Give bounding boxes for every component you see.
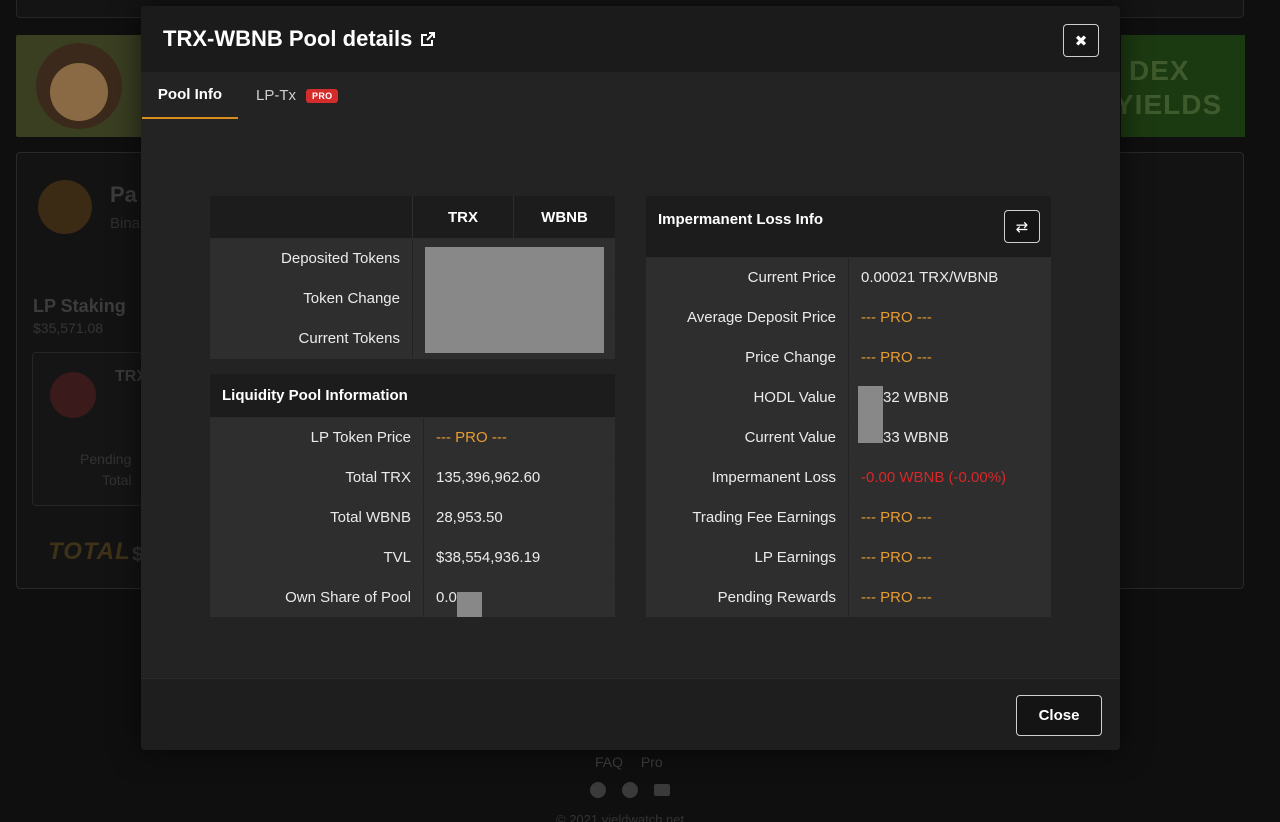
row-label: HODL Value <box>646 378 849 417</box>
table-row: Price Change --- PRO --- <box>646 337 1051 377</box>
token-table: TRX WBNB Deposited Tokens Token Change C… <box>210 196 615 359</box>
table-row: LP Token Price --- PRO --- <box>210 417 615 457</box>
row-value: 0.0 <box>436 589 457 606</box>
swap-arrows-icon: ⇄ <box>1015 218 1029 236</box>
row-value: --- PRO --- <box>861 349 932 366</box>
modal-header: TRX-WBNB Pool details ✖ <box>141 6 1120 72</box>
row-value: --- PRO --- <box>861 589 932 606</box>
row-value: 0.00021 TRX/WBNB <box>861 269 999 286</box>
token-header-trx: TRX <box>413 196 514 238</box>
modal-title: TRX-WBNB Pool details <box>163 26 438 52</box>
table-row: Average Deposit Price --- PRO --- <box>646 297 1051 337</box>
table-row: Total WBNB 28,953.50 <box>210 497 615 537</box>
tab-pool-info[interactable]: Pool Info <box>142 72 238 119</box>
row-value: 135,396,962.60 <box>436 469 541 486</box>
modal-footer: Close <box>141 678 1120 750</box>
table-row: Total TRX 135,396,962.60 <box>210 457 615 497</box>
impermanent-loss-title: Impermanent Loss Info <box>658 211 824 228</box>
table-row: Impermanent Loss -0.00 WBNB (-0.00%) <box>646 457 1051 497</box>
table-row: TVL $38,554,936.19 <box>210 537 615 577</box>
close-x-button[interactable]: ✖ <box>1063 24 1099 57</box>
row-value: 28,953.50 <box>436 509 503 526</box>
impermanent-loss-header: Impermanent Loss Info ⇄ <box>646 196 1051 257</box>
row-label: Pending Rewards <box>646 578 849 617</box>
row-label: Total TRX <box>210 458 424 497</box>
row-label: Price Change <box>646 338 849 377</box>
table-row: Trading Fee Earnings --- PRO --- <box>646 497 1051 537</box>
pool-details-modal: TRX-WBNB Pool details ✖ Pool Info LP-Tx … <box>141 6 1120 750</box>
tab-lp-tx-label: LP-Tx <box>256 87 297 104</box>
table-row: Current Price 0.00021 TRX/WBNB <box>646 257 1051 297</box>
external-link-icon[interactable] <box>418 29 438 49</box>
row-label: Deposited Tokens <box>210 239 413 278</box>
impermanent-loss-table: Impermanent Loss Info ⇄ Current Price 0.… <box>646 196 1051 617</box>
row-label: Current Value <box>646 418 849 457</box>
swap-direction-button[interactable]: ⇄ <box>1004 210 1040 243</box>
row-label: Impermanent Loss <box>646 458 849 497</box>
row-label: Average Deposit Price <box>646 298 849 337</box>
row-value: --- PRO --- <box>861 509 932 526</box>
redacted-token-values <box>425 247 604 353</box>
table-row: HODL Value 32 WBNB <box>646 377 1051 417</box>
row-value: -0.00 WBNB (-0.00%) <box>861 469 1007 486</box>
modal-tabs: Pool Info LP-Tx PRO <box>141 72 1120 120</box>
redacted-share-value <box>457 592 482 617</box>
row-value: $38,554,936.19 <box>436 549 541 566</box>
row-label: LP Earnings <box>646 538 849 577</box>
row-value: --- PRO --- <box>861 549 932 566</box>
row-label: Own Share of Pool <box>210 578 424 617</box>
table-row: Current Value 33 WBNB <box>646 417 1051 457</box>
table-row: Own Share of Pool 0.0 <box>210 577 615 617</box>
row-label: Token Change <box>210 279 413 318</box>
row-label: LP Token Price <box>210 418 424 457</box>
close-button[interactable]: Close <box>1016 695 1102 736</box>
token-table-header-blank <box>210 196 413 238</box>
row-label: Total WBNB <box>210 498 424 537</box>
row-label: Trading Fee Earnings <box>646 498 849 537</box>
row-value: --- PRO --- <box>861 309 932 326</box>
row-label: TVL <box>210 538 424 577</box>
tab-pool-info-label: Pool Info <box>157 86 223 103</box>
redacted-hodl-values <box>858 386 883 443</box>
table-row: Pending Rewards --- PRO --- <box>646 577 1051 617</box>
token-header-wbnb: WBNB <box>541 208 588 226</box>
liquidity-table-title: Liquidity Pool Information <box>210 374 615 417</box>
token-table-header: TRX WBNB <box>210 196 615 238</box>
row-value: --- PRO --- <box>436 429 507 446</box>
liquidity-table: Liquidity Pool Information LP Token Pric… <box>210 374 615 617</box>
table-row: LP Earnings --- PRO --- <box>646 537 1051 577</box>
tab-lp-tx[interactable]: LP-Tx PRO <box>256 72 339 119</box>
pro-badge: PRO <box>306 88 339 103</box>
row-label: Current Tokens <box>210 319 413 358</box>
row-label: Current Price <box>646 258 849 297</box>
modal-title-text: TRX-WBNB Pool details <box>163 26 413 51</box>
